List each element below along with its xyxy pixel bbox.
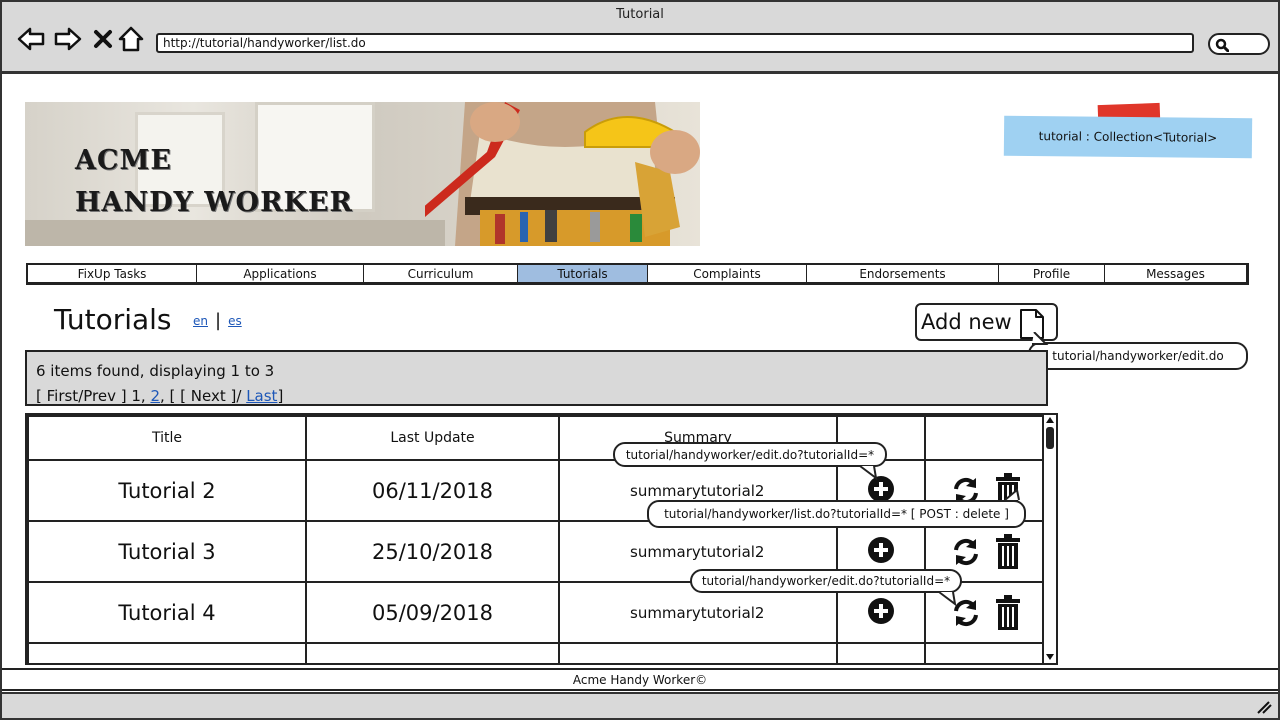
main-nav-tabs: FixUp Tasks Applications Curriculum Tuto…: [26, 263, 1249, 285]
tutorial-title: Tutorial 2: [27, 459, 307, 522]
pagination-links: [ First/Prev ] 1, 2, [ [ Next ]/ Last]: [36, 387, 284, 405]
add-new-target-callout: tutorial/handyworker/edit.do: [1028, 342, 1248, 370]
window-title: Tutorial: [616, 7, 664, 22]
plus-circle-icon[interactable]: [867, 597, 895, 625]
tab-complaints[interactable]: Complaints: [648, 265, 807, 282]
table-scrollbar[interactable]: [1042, 415, 1056, 663]
language-switcher: en | es: [193, 310, 242, 331]
tab-messages[interactable]: Messages: [1105, 265, 1246, 282]
resize-grip-icon[interactable]: [1256, 700, 1272, 714]
browser-search[interactable]: [1208, 33, 1270, 55]
last-page-link[interactable]: Last: [246, 387, 277, 405]
plus-circle-icon[interactable]: [867, 536, 895, 564]
model-annotation-note: tutorial : Collection<Tutorial>: [1003, 115, 1253, 159]
banner-image: ACME HANDY WORKER: [25, 102, 700, 246]
tab-fixup-tasks[interactable]: FixUp Tasks: [28, 265, 197, 282]
back-arrow-icon: [17, 27, 45, 51]
add-new-label: Add new: [921, 310, 1012, 334]
forward-arrow-icon: [54, 27, 82, 51]
scroll-up-icon[interactable]: [1045, 416, 1055, 424]
tab-profile[interactable]: Profile: [999, 265, 1105, 282]
back-button[interactable]: [16, 24, 46, 54]
handyman-illustration: [425, 102, 700, 246]
close-icon: [94, 30, 112, 48]
tutorial-last-update: 06/11/2018: [305, 459, 560, 522]
scrollbar-thumb[interactable]: [1046, 427, 1054, 449]
tab-curriculum[interactable]: Curriculum: [364, 265, 518, 282]
browser-status-bar: [0, 692, 1280, 720]
scroll-down-icon[interactable]: [1045, 653, 1055, 661]
address-bar[interactable]: http://tutorial/handyworker/list.do: [156, 33, 1194, 53]
banner-logo-text: ACME HANDY WORKER: [75, 145, 353, 218]
refresh-icon[interactable]: [951, 537, 981, 567]
lang-separator: |: [215, 310, 222, 331]
search-icon: [1215, 38, 1229, 52]
page-footer: Acme Handy Worker©: [2, 668, 1278, 691]
trash-icon[interactable]: [995, 594, 1021, 631]
tab-applications[interactable]: Applications: [197, 265, 364, 282]
tutorial-title: Tutorial 4: [27, 581, 307, 644]
tutorial-last-update: 05/09/2018: [305, 581, 560, 644]
forward-button[interactable]: [53, 24, 83, 54]
edit-link-callout: tutorial/handyworker/edit.do?tutorialId=…: [690, 569, 962, 593]
tutorial-last-update: 25/10/2018: [305, 520, 560, 583]
tutorials-table: Title Last Update Summary Tutorial 2 06/…: [25, 413, 1058, 665]
page-2-link[interactable]: 2: [150, 387, 160, 405]
column-header-title: Title: [27, 415, 307, 461]
browser-toolbar: Tutorial http://tutorial/handyworker/lis…: [0, 0, 1280, 74]
window-left-border: [0, 74, 2, 692]
stop-button[interactable]: [88, 24, 118, 54]
table-header-row: Title Last Update Summary: [27, 415, 1048, 461]
home-button[interactable]: [116, 24, 146, 54]
pagination-box: 6 items found, displaying 1 to 3 [ First…: [25, 350, 1048, 406]
display-link-callout: tutorial/handyworker/edit.do?tutorialId=…: [613, 442, 887, 467]
table-row-partial: [27, 642, 1048, 663]
results-summary: 6 items found, displaying 1 to 3: [36, 362, 275, 380]
delete-link-callout: tutorial/handyworker/list.do?tutorialId=…: [647, 500, 1026, 528]
column-header-actions: [924, 415, 1048, 461]
page-title: Tutorials: [54, 303, 172, 336]
tutorial-title: Tutorial 3: [27, 520, 307, 583]
trash-icon[interactable]: [995, 533, 1021, 570]
tab-endorsements[interactable]: Endorsements: [807, 265, 999, 282]
tab-tutorials[interactable]: Tutorials: [518, 265, 648, 282]
column-header-last-update: Last Update: [305, 415, 560, 461]
home-icon: [118, 26, 144, 52]
lang-es-link[interactable]: es: [228, 314, 242, 328]
lang-en-link[interactable]: en: [193, 314, 208, 328]
